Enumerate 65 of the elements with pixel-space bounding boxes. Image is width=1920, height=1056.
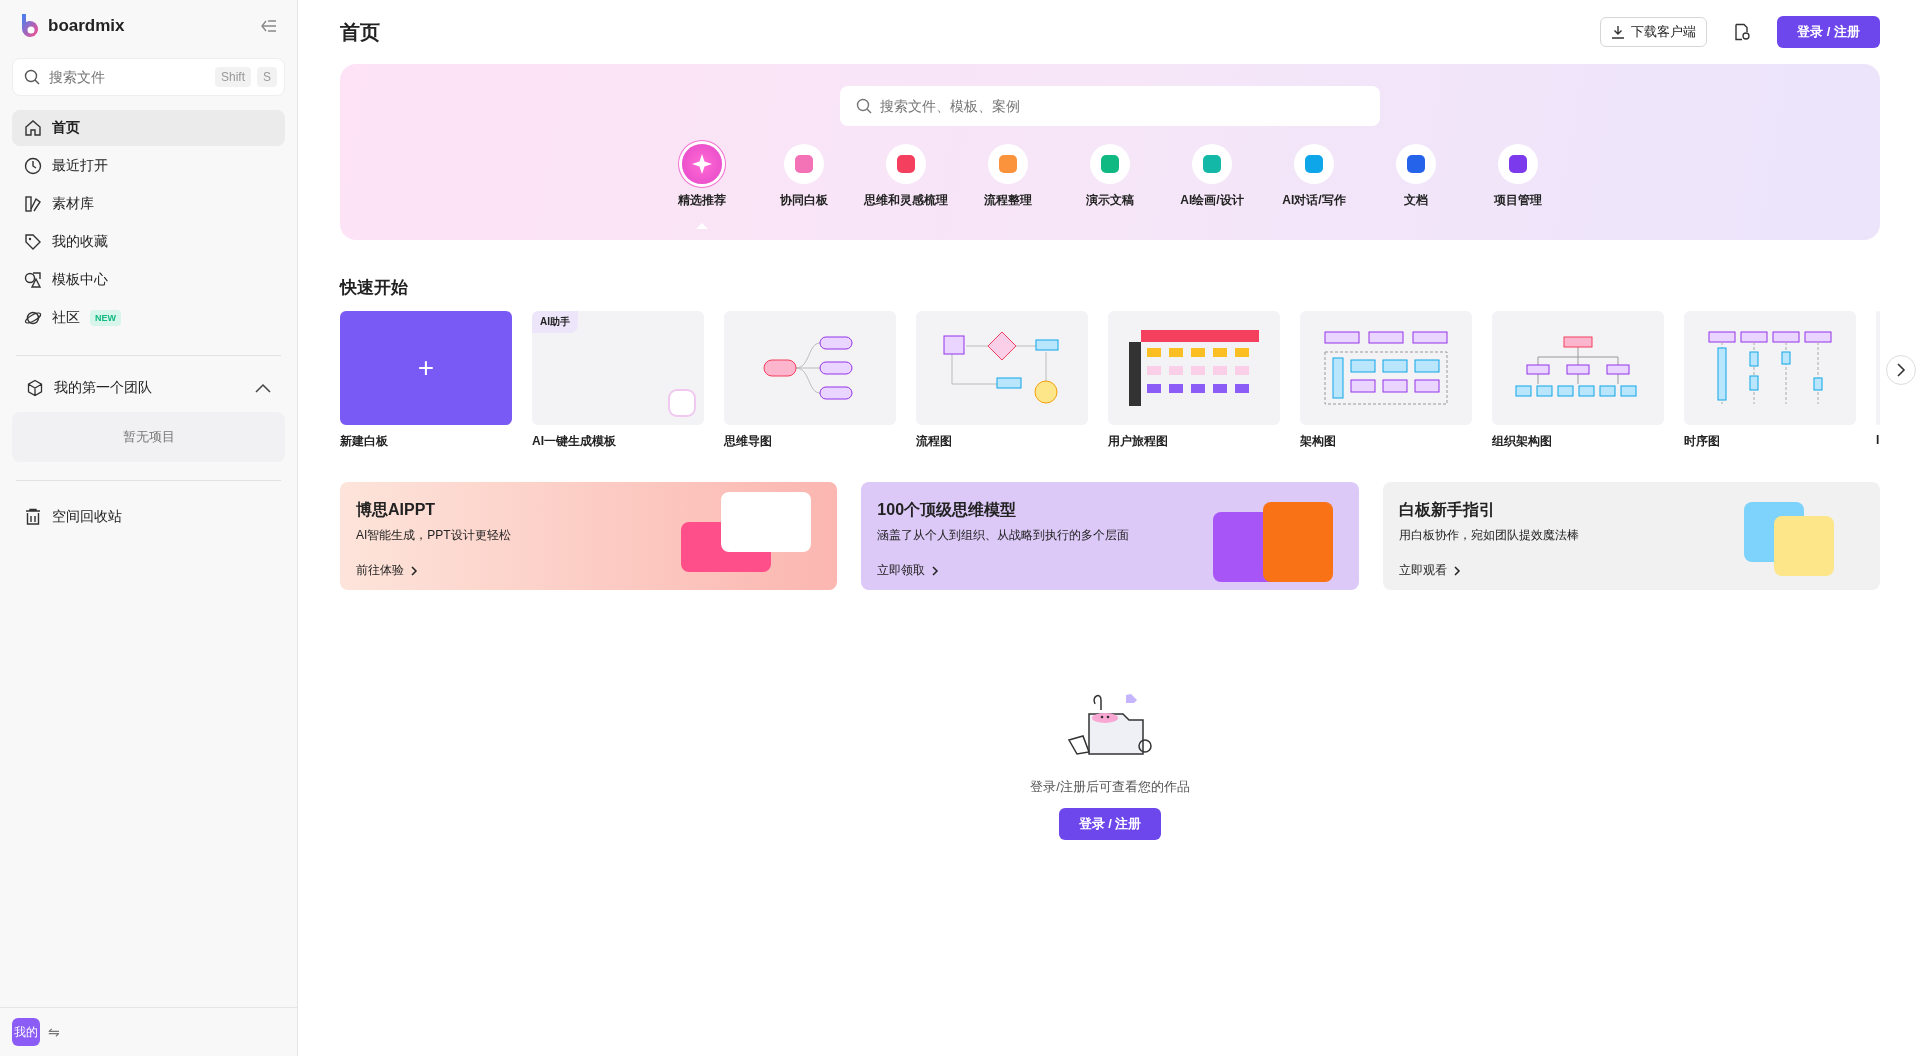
category-tab[interactable]: 精选推荐 [656,140,748,229]
banner-title: 博思AIPPT [356,500,437,520]
nav-item[interactable]: 模板中心 [12,262,285,298]
nav-item[interactable]: 我的收藏 [12,224,285,260]
library-icon [24,195,42,213]
category-tab[interactable]: AI绘画/设计 [1166,140,1258,229]
banner-link[interactable]: 前往体验 [356,562,404,579]
chevron-right-icon [410,565,418,576]
category-tab[interactable]: 演示文稿 [1064,140,1156,229]
selection-pointer-icon [696,223,708,229]
banner-title: 100个顶级思维模型 [877,500,1018,520]
cube-icon [26,379,44,397]
trash-icon [24,508,42,526]
banner-description: AI智能生成，PPT设计更轻松 [356,527,512,544]
empty-message: 登录/注册后可查看您的作品 [1030,778,1190,796]
switch-icon[interactable]: ⇋ [48,1024,60,1040]
trash-item[interactable]: 空间回收站 [12,499,285,535]
chevron-right-icon [1896,363,1906,377]
shortcut-key: Shift [214,67,251,87]
clock-icon [24,157,42,175]
category-tab[interactable]: 思维和灵感梳理 [860,140,952,229]
promo-banner[interactable]: 100个顶级思维模型 涵盖了从个人到组织、从战略到执行的多个层面 立即领取 [861,482,1359,590]
banner-description: 用白板协作，宛如团队提效魔法棒 [1398,527,1580,544]
nav-item[interactable]: 最近打开 [12,148,285,184]
chevron-right-icon [931,565,940,576]
banner-description: 涵盖了从个人到组织、从战略到执行的多个层面 [877,527,1131,544]
plus-icon: + [417,352,435,384]
shapes-icon [24,271,42,289]
login-button[interactable]: 登录 / 注册 [1777,16,1880,48]
tag-icon [24,233,42,251]
empty-project-box: 暂无项目 [12,412,285,462]
nav-item[interactable]: 社区 NEW [12,300,285,336]
search-icon [856,98,872,114]
category-tab[interactable]: 文档 [1370,140,1462,229]
login-button[interactable]: 登录 / 注册 [1058,808,1162,840]
download-icon [1611,25,1626,39]
ai-badge: AI助手 [532,311,578,333]
logo-text: boardmix [48,16,125,36]
category-tab[interactable]: 协同白板 [758,140,850,229]
user-avatar[interactable]: 我的 [12,1018,40,1046]
banner-link[interactable]: 立即领取 [877,562,926,579]
promo-banner[interactable]: 白板新手指引 用白板协作，宛如团队提效魔法棒 立即观看 [1382,482,1880,590]
banner-title: 白板新手指引 [1398,500,1496,520]
team-header[interactable]: 我的第一个团队 [12,374,285,402]
logo-icon [20,14,40,38]
new-badge: NEW [90,310,121,326]
category-tab[interactable]: 项目管理 [1472,140,1564,229]
collapse-sidebar-icon[interactable] [261,19,277,33]
download-client-button[interactable]: 下载客户端 [1600,17,1708,47]
section-title: 快速开始 [340,277,409,299]
planet-icon [24,309,42,327]
page-title: 首页 [340,19,381,45]
category-tab[interactable]: 流程整理 [962,140,1054,229]
search-icon [24,69,40,85]
chevron-icon [255,383,271,393]
nav-item[interactable]: 素材库 [12,186,285,222]
banner-link[interactable]: 立即观看 [1398,562,1447,579]
chevron-right-icon [1452,565,1461,576]
category-tab[interactable]: AI对话/写作 [1268,140,1360,229]
next-arrow-button[interactable] [1886,355,1916,385]
nav-item[interactable]: 首页 [12,110,285,146]
document-icon[interactable] [1733,23,1752,41]
template-search-field[interactable]: 搜索文件、模板、案例 [840,86,1380,126]
home-icon [24,119,42,137]
promo-banner[interactable]: 博思AIPPT AI智能生成，PPT设计更轻松 前往体验 [340,482,838,590]
